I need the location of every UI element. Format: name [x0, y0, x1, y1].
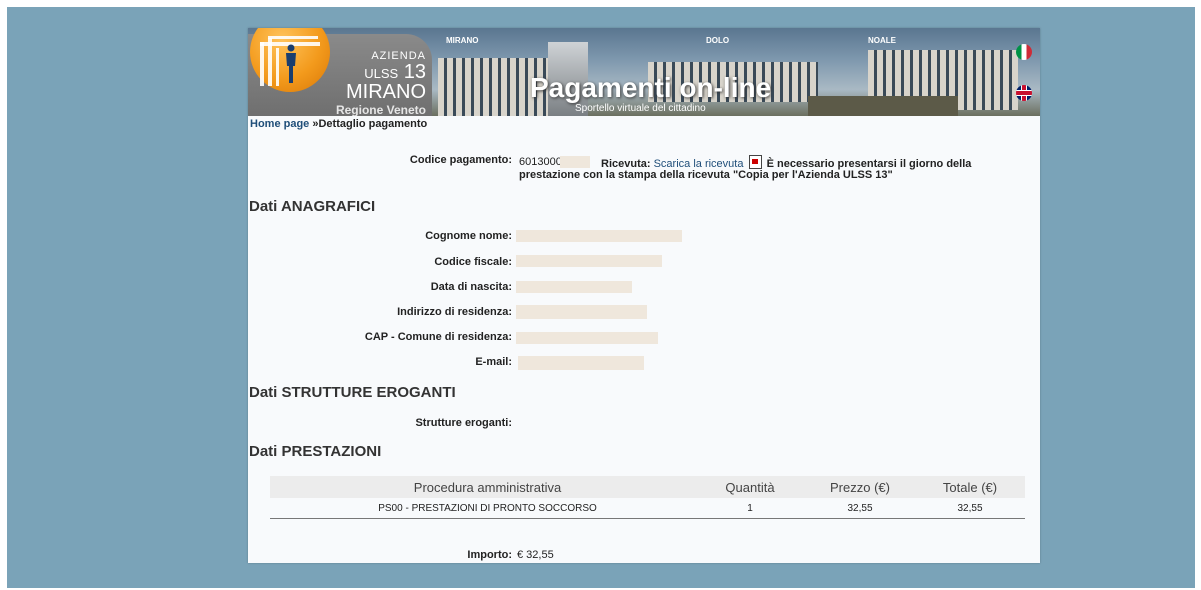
- building-image: [808, 96, 958, 116]
- flag-italy-icon[interactable]: [1016, 44, 1032, 60]
- receipt-note-2: prestazione con la stampa della ricevuta…: [519, 169, 893, 181]
- payment-code-label: Codice pagamento:: [409, 154, 512, 166]
- banner-subtitle: Sportello virtuale del cittadino: [575, 103, 706, 114]
- column-header: Prezzo (€): [830, 480, 890, 495]
- field-label-cap-comune: CAP - Comune di residenza:: [364, 331, 512, 343]
- field-label-indirizzo: Indirizzo di residenza:: [397, 306, 512, 318]
- field-label-cognome-nome: Cognome nome:: [425, 230, 512, 242]
- flag-uk-icon[interactable]: [1016, 85, 1032, 101]
- header-banner: MIRANO DOLO NOALE AZIENDA ULSS 13 MIRANO…: [248, 28, 1040, 116]
- importo-value: € 32,55: [517, 549, 554, 561]
- table-row: PS00 - PRESTAZIONI DI PRONTO SOCCORSO 1 …: [270, 498, 1025, 519]
- page-container: MIRANO DOLO NOALE AZIENDA ULSS 13 MIRANO…: [248, 28, 1040, 563]
- table-cell: 1: [747, 503, 753, 514]
- column-header: Totale (€): [942, 480, 998, 495]
- city-label-noale: NOALE: [868, 36, 896, 45]
- field-label-data-nascita: Data di nascita:: [430, 281, 512, 293]
- pdf-icon[interactable]: [748, 155, 762, 169]
- column-header: Quantità: [725, 480, 775, 495]
- section-title-prestazioni: Dati PRESTAZIONI: [249, 443, 382, 460]
- redacted-field: [516, 230, 682, 242]
- breadcrumb-current: Dettaglio pagamento: [318, 118, 428, 130]
- redacted-field: [516, 305, 647, 319]
- table-cell: PS00 - PRESTAZIONI DI PRONTO SOCCORSO: [378, 503, 597, 514]
- section-title-anagrafici: Dati ANAGRAFICI: [249, 198, 376, 215]
- field-label-strutture: Strutture eroganti:: [415, 417, 512, 429]
- table-cell: 32,55: [957, 503, 983, 514]
- importo-label: Importo:: [467, 549, 512, 561]
- redacted-field: [560, 156, 590, 168]
- redacted-field: [516, 332, 658, 344]
- section-title-strutture: Dati STRUTTURE EROGANTI: [249, 384, 456, 401]
- breadcrumb-home-link[interactable]: Home page: [250, 118, 309, 130]
- prestazioni-table: Procedura amministrativa Quantità Prezzo…: [270, 476, 1025, 519]
- table-cell: 32,55: [847, 503, 873, 514]
- city-label-mirano: MIRANO: [446, 36, 479, 45]
- city-label-dolo: DOLO: [706, 36, 730, 45]
- redacted-field: [518, 356, 644, 370]
- redacted-field: [516, 255, 662, 267]
- banner-title: Pagamenti on-line: [530, 72, 772, 103]
- column-header: Procedura amministrativa: [413, 480, 562, 495]
- redacted-field: [516, 281, 632, 293]
- field-label-email: E-mail:: [475, 356, 512, 368]
- logo-text-regione: Regione Veneto: [335, 103, 426, 116]
- field-label-codice-fiscale: Codice fiscale:: [434, 256, 512, 268]
- breadcrumb: Home page »Dettaglio pagamento: [250, 118, 427, 130]
- payment-code-value: 6013000: [519, 156, 562, 168]
- logo-text-mirano: MIRANO: [346, 81, 426, 103]
- table-header: Procedura amministrativa Quantità Prezzo…: [270, 476, 1025, 498]
